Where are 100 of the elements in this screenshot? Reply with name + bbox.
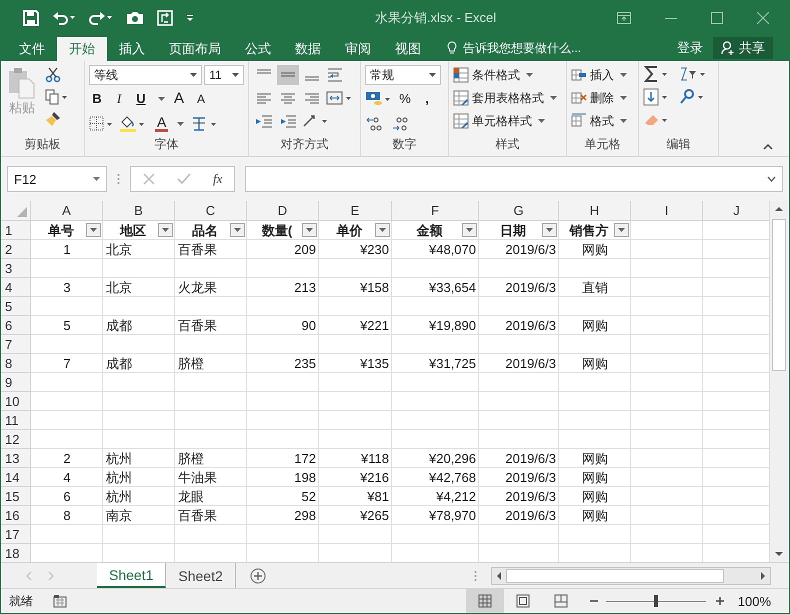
row-header[interactable]: 16 xyxy=(1,506,31,525)
column-header[interactable]: C xyxy=(175,201,247,221)
currency-icon[interactable] xyxy=(365,90,391,108)
ribbon-tab[interactable]: 页面布局 xyxy=(157,37,233,61)
cells-menu-button[interactable]: 插入 xyxy=(571,65,634,85)
dropdown-arrow-icon[interactable] xyxy=(620,73,627,77)
font-size-dropdown[interactable]: 11 xyxy=(204,65,244,85)
row-header[interactable]: 6 xyxy=(1,316,31,335)
vertical-scrollbar[interactable] xyxy=(769,201,788,562)
bold-button[interactable]: B xyxy=(89,91,105,106)
normal-view-button[interactable] xyxy=(466,589,504,613)
row-header[interactable]: 1 xyxy=(1,221,31,240)
cells-menu-button[interactable]: 格式 xyxy=(571,111,634,131)
row-header[interactable]: 10 xyxy=(1,392,31,411)
dropdown-arrow-icon[interactable] xyxy=(538,119,545,123)
column-header[interactable]: I xyxy=(631,201,703,221)
sheet-tab[interactable]: Sheet1 xyxy=(97,563,166,588)
formula-field[interactable] xyxy=(245,166,783,192)
ribbon-tab[interactable]: 数据 xyxy=(283,37,333,61)
row-header[interactable]: 7 xyxy=(1,335,31,354)
ribbon-tab[interactable]: 开始 xyxy=(57,37,107,61)
filter-button[interactable] xyxy=(302,223,317,237)
cells-menu-button[interactable]: 删除 xyxy=(571,88,634,108)
row-header[interactable]: 13 xyxy=(1,449,31,468)
filter-button[interactable] xyxy=(462,223,477,237)
dropdown-arrow-icon[interactable] xyxy=(620,119,627,123)
row-header[interactable]: 5 xyxy=(1,297,31,316)
styles-menu-button[interactable]: 条件格式 xyxy=(453,65,562,85)
row-header[interactable]: 8 xyxy=(1,354,31,373)
dropdown-arrow-icon[interactable] xyxy=(177,122,184,126)
filter-button[interactable] xyxy=(614,223,629,237)
filter-button[interactable] xyxy=(230,223,245,237)
ribbon-tab[interactable]: 视图 xyxy=(383,37,433,61)
column-header[interactable]: D xyxy=(247,201,319,221)
scroll-thumb[interactable] xyxy=(772,219,786,371)
row-header[interactable]: 11 xyxy=(1,411,31,430)
horizontal-scrollbar[interactable] xyxy=(491,566,771,584)
column-header[interactable]: H xyxy=(559,201,631,221)
column-header[interactable]: A xyxy=(31,201,103,221)
percent-button[interactable]: % xyxy=(397,91,413,106)
phonetic-icon[interactable] xyxy=(190,114,218,132)
column-header[interactable]: J xyxy=(703,201,769,221)
share-button[interactable]: 共享 xyxy=(713,37,773,59)
column-header[interactable]: B xyxy=(103,201,175,221)
login-link[interactable]: 登录 xyxy=(677,39,703,57)
filter-button[interactable] xyxy=(542,223,557,237)
dropdown-arrow-icon[interactable] xyxy=(620,96,627,100)
row-header[interactable]: 3 xyxy=(1,259,31,278)
row-header[interactable]: 2 xyxy=(1,240,31,259)
zoom-in-icon[interactable] xyxy=(716,597,724,605)
borders-icon[interactable] xyxy=(89,116,113,132)
zoom-level[interactable]: 100% xyxy=(738,594,771,608)
filter-button[interactable] xyxy=(375,223,390,237)
collapse-ribbon-icon[interactable] xyxy=(763,143,773,150)
undo-icon[interactable] xyxy=(52,10,76,26)
ribbon-tab[interactable]: 插入 xyxy=(107,37,157,61)
sort-filter-icon[interactable] xyxy=(679,65,707,83)
ribbon-tab[interactable]: 公式 xyxy=(233,37,283,61)
row-header[interactable]: 12 xyxy=(1,430,31,449)
row-header[interactable]: 17 xyxy=(1,525,31,544)
expand-icon[interactable] xyxy=(767,176,776,182)
styles-menu-button[interactable]: 套用表格格式 xyxy=(453,88,562,108)
comma-button[interactable]: , xyxy=(419,91,435,106)
ribbon-tab[interactable]: 审阅 xyxy=(333,37,383,61)
dropdown-arrow-icon[interactable] xyxy=(158,96,165,100)
fill-color-icon[interactable] xyxy=(119,114,145,132)
maximize-icon[interactable] xyxy=(711,12,723,24)
redo-icon[interactable] xyxy=(89,10,113,26)
font-name-dropdown[interactable]: 等线 xyxy=(89,65,202,85)
scroll-thumb[interactable] xyxy=(506,568,724,582)
name-box[interactable]: F12 xyxy=(7,166,107,192)
underline-button[interactable]: U xyxy=(133,91,149,106)
column-header[interactable]: G xyxy=(479,201,559,221)
row-header[interactable]: 4 xyxy=(1,278,31,297)
column-header[interactable]: E xyxy=(319,201,392,221)
check-icon[interactable] xyxy=(177,173,191,185)
font-color-button[interactable]: A xyxy=(155,115,168,132)
italic-button[interactable]: I xyxy=(111,90,127,106)
customize-icon[interactable] xyxy=(186,14,194,22)
image-frame-icon[interactable] xyxy=(157,10,173,26)
ribbon-display-icon[interactable] xyxy=(617,12,631,24)
number-format-dropdown[interactable]: 常规 xyxy=(365,65,441,85)
increase-font-button[interactable]: A xyxy=(171,90,187,107)
add-sheet-icon[interactable] xyxy=(250,568,266,584)
filter-button[interactable] xyxy=(158,223,173,237)
dropdown-arrow-icon[interactable] xyxy=(526,73,533,77)
macro-record-icon[interactable] xyxy=(53,594,67,608)
zoom-slider-thumb[interactable] xyxy=(654,594,658,606)
row-header[interactable]: 14 xyxy=(1,468,31,487)
row-header[interactable]: 9 xyxy=(1,373,31,392)
styles-menu-button[interactable]: 单元格样式 xyxy=(453,111,562,131)
brush-icon[interactable] xyxy=(45,111,61,127)
scissors-icon[interactable] xyxy=(45,67,61,83)
column-header[interactable]: F xyxy=(392,201,479,221)
save-icon[interactable] xyxy=(23,10,39,26)
vertical-align-icon[interactable] xyxy=(277,65,299,85)
decrease-font-button[interactable]: A xyxy=(193,92,209,106)
filter-button[interactable] xyxy=(86,223,101,237)
dropdown-arrow-icon[interactable] xyxy=(550,96,557,100)
copy-icon[interactable] xyxy=(45,89,69,105)
